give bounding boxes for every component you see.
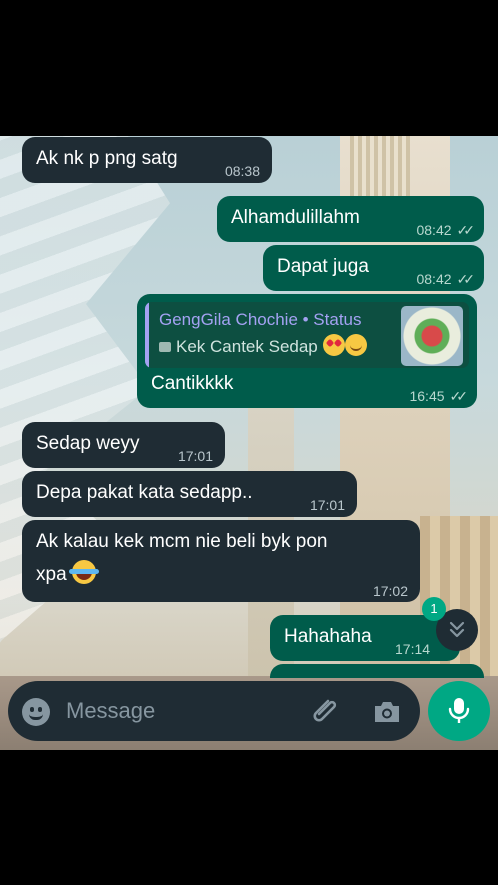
double-check-icon: ✓✓ [449,388,469,404]
message-text: Hahahaha [284,626,372,647]
quote-text: Kek Cantek Sedap [176,337,318,356]
message-time: 08:42 ✓✓ [416,267,476,291]
message-bubble-incoming[interactable]: Depa pakat kata sedapp.. 17:01 [22,471,357,517]
message-time: 16:45 ✓✓ [409,384,469,408]
message-bubble-outgoing[interactable]: Hahahaha 17:14 [270,615,460,661]
message-text: Sedap weyy [36,433,140,454]
message-bubble-incoming[interactable]: Ak nk p png satg 08:38 [22,137,272,183]
emoji-icon[interactable] [22,698,50,726]
message-text-line-2-row: xpa [36,560,99,587]
smiling-emoji-icon [344,334,367,356]
unread-count-badge: 1 [422,597,446,621]
message-text-line-2: xpa [36,564,67,585]
tears-of-joy-emoji-icon [68,560,99,584]
camera-icon[interactable] [372,699,402,725]
voice-message-button[interactable] [428,681,490,741]
message-bubble-incoming[interactable]: Sedap weyy 17:01 [22,422,225,468]
quote-author: GengGila Chochie • Status [159,310,362,329]
message-time: 08:42 ✓✓ [416,218,476,242]
quoted-status[interactable]: GengGila Chochie • Status Kek Cantek Sed… [145,302,469,368]
message-input[interactable]: Message [66,698,155,724]
message-time: 17:01 [177,448,213,464]
message-bubble-outgoing[interactable]: Alhamdulillahm 08:42 ✓✓ [217,196,484,242]
message-bubble-partial [270,664,484,678]
message-text: Ak nk p png satg [36,148,178,169]
message-time: 17:01 [309,497,345,513]
double-chevron-down-icon [449,621,465,638]
message-text: Alhamdulillahm [231,207,360,228]
message-bubble-outgoing-reply[interactable]: GengGila Chochie • Status Kek Cantek Sed… [137,294,477,408]
message-text: Cantikkkk [151,373,234,394]
message-time: 17:14 [395,641,431,657]
status-thumbnail [401,306,463,366]
double-check-icon: ✓✓ [456,271,476,287]
message-time: 17:02 [372,583,408,599]
quote-bar [145,302,149,368]
wallpaper-tower-top [350,136,410,196]
mic-icon [448,698,470,723]
message-text: Depa pakat kata sedapp.. [36,482,253,503]
message-composer: Message [8,681,420,741]
quote-text-row: Kek Cantek Sedap [159,334,367,359]
paperclip-icon[interactable] [308,696,340,726]
message-text: Dapat juga [277,256,369,277]
photo-icon [159,342,171,352]
message-bubble-incoming[interactable]: Ak kalau kek mcm nie beli byk pon xpa 17… [22,520,420,602]
message-text-line-1: Ak kalau kek mcm nie beli byk pon [36,531,328,552]
message-bubble-outgoing[interactable]: Dapat juga 08:42 ✓✓ [263,245,484,291]
message-time: 08:38 [224,163,260,179]
heart-eyes-emoji-icon [322,334,345,356]
double-check-icon: ✓✓ [456,222,476,238]
wallpaper-umbrella [0,136,170,696]
